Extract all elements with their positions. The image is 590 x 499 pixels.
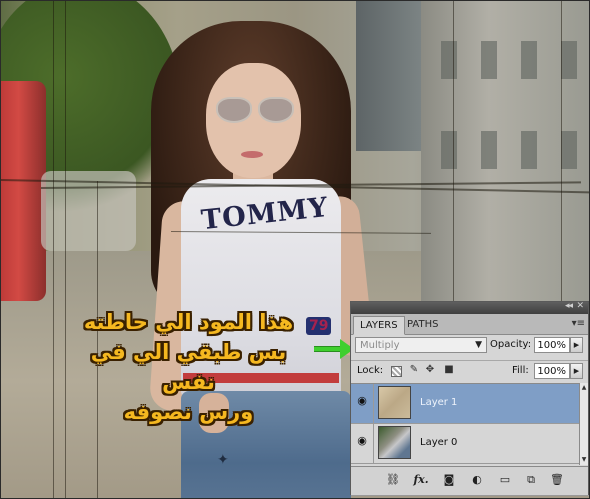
tab-layers[interactable]: LAYERS: [353, 316, 405, 335]
close-icon[interactable]: ✕: [576, 301, 584, 311]
red-car: [1, 81, 46, 301]
fx-icon[interactable]: fx.: [413, 472, 429, 488]
caption-line: بس طبقي الي في نفس: [90, 340, 287, 394]
window: [561, 131, 577, 169]
layer-row-layer-0[interactable]: ◉ Layer 0: [351, 424, 579, 464]
cursor-crosshair-icon: ✦: [217, 452, 229, 468]
blend-row: Multiply ▼ Opacity: 100% ▶: [351, 335, 588, 357]
sunglasses: [216, 97, 296, 125]
new-layer-icon[interactable]: ⧉: [523, 472, 539, 488]
opacity-input[interactable]: 100%: [534, 337, 570, 353]
fill-slider-arrow-icon[interactable]: ▶: [570, 363, 583, 379]
fill-label: Fill:: [512, 365, 529, 376]
eye-icon[interactable]: ◉: [355, 434, 369, 448]
caption-line: هذا المود الي حاطته: [83, 310, 294, 334]
window: [521, 41, 537, 79]
layer-name: Layer 1: [420, 397, 458, 408]
chevron-down-icon: ▼: [475, 340, 482, 350]
girl-lips: [241, 151, 263, 158]
adjustment-icon[interactable]: ◐: [469, 472, 485, 488]
scratch-vertical: [53, 1, 54, 498]
window: [481, 131, 497, 169]
caption-line: ورس نصوفه: [123, 400, 254, 424]
row-divider: [373, 384, 374, 423]
lock-brush-icon[interactable]: ✎: [408, 364, 420, 376]
panel-footer: ⛓ fx. ◙ ◐ ▭ ⧉ 🗑: [351, 466, 588, 495]
sunglasses-lens-left: [216, 97, 252, 123]
layer-thumbnail: [378, 386, 411, 419]
window: [561, 41, 577, 79]
panel-menu-icon[interactable]: ▾≡: [572, 318, 585, 329]
window: [441, 41, 457, 79]
canvas-frame: TOMMY 79 ✦ هذا المود الي حاطته بس طبقي ا…: [0, 0, 590, 499]
opacity-label: Opacity:: [490, 339, 532, 350]
row-divider: [373, 424, 374, 463]
panel-tabs: LAYERS PATHS ▾≡: [351, 314, 588, 335]
lock-row: Lock: ✎ ✥ ■ Fill: 100% ▶: [351, 360, 588, 383]
opacity-slider-arrow-icon[interactable]: ▶: [570, 337, 583, 353]
trash-icon[interactable]: 🗑: [549, 472, 565, 488]
link-icon[interactable]: ⛓: [385, 472, 401, 488]
scroll-down-icon[interactable]: ▼: [580, 455, 588, 465]
layers-scrollbar[interactable]: ▲ ▼: [579, 383, 588, 465]
layer-name: Layer 0: [420, 437, 458, 448]
layers-list: ◉ Layer 1 ◉ Layer 0: [351, 383, 579, 466]
sunglasses-lens-right: [258, 97, 294, 123]
folder-icon[interactable]: ▭: [497, 472, 513, 488]
window: [441, 131, 457, 169]
double-arrow-icon[interactable]: ◂◂: [565, 301, 573, 311]
mask-icon[interactable]: ◙: [441, 472, 457, 488]
window: [521, 131, 537, 169]
tab-paths[interactable]: PATHS: [401, 316, 444, 333]
building-tower: [356, 1, 426, 151]
lock-label: Lock:: [357, 365, 384, 376]
scratch-vertical: [453, 1, 454, 301]
layer-row-layer-1[interactable]: ◉ Layer 1: [351, 384, 579, 424]
building-right: [421, 1, 589, 331]
blend-mode-select[interactable]: Multiply ▼: [355, 337, 487, 353]
scratch-vertical: [561, 1, 562, 301]
layer-thumbnail: [378, 426, 411, 459]
panel-title-bar: ◂◂ ✕: [351, 301, 588, 314]
fill-input[interactable]: 100%: [534, 363, 570, 379]
scroll-up-icon[interactable]: ▲: [580, 383, 588, 393]
blend-mode-value: Multiply: [360, 340, 400, 351]
eye-icon[interactable]: ◉: [355, 394, 369, 408]
window: [481, 41, 497, 79]
green-arrow-icon: [314, 339, 354, 359]
lock-move-icon[interactable]: ✥: [424, 364, 436, 376]
lock-transparency-icon[interactable]: [391, 366, 402, 377]
lock-all-icon[interactable]: ■: [443, 364, 455, 376]
arabic-caption: هذا المود الي حاطته بس طبقي الي في نفس و…: [61, 307, 316, 427]
layers-panel: ◂◂ ✕ LAYERS PATHS ▾≡ Multiply ▼ Opacity:…: [350, 301, 589, 495]
